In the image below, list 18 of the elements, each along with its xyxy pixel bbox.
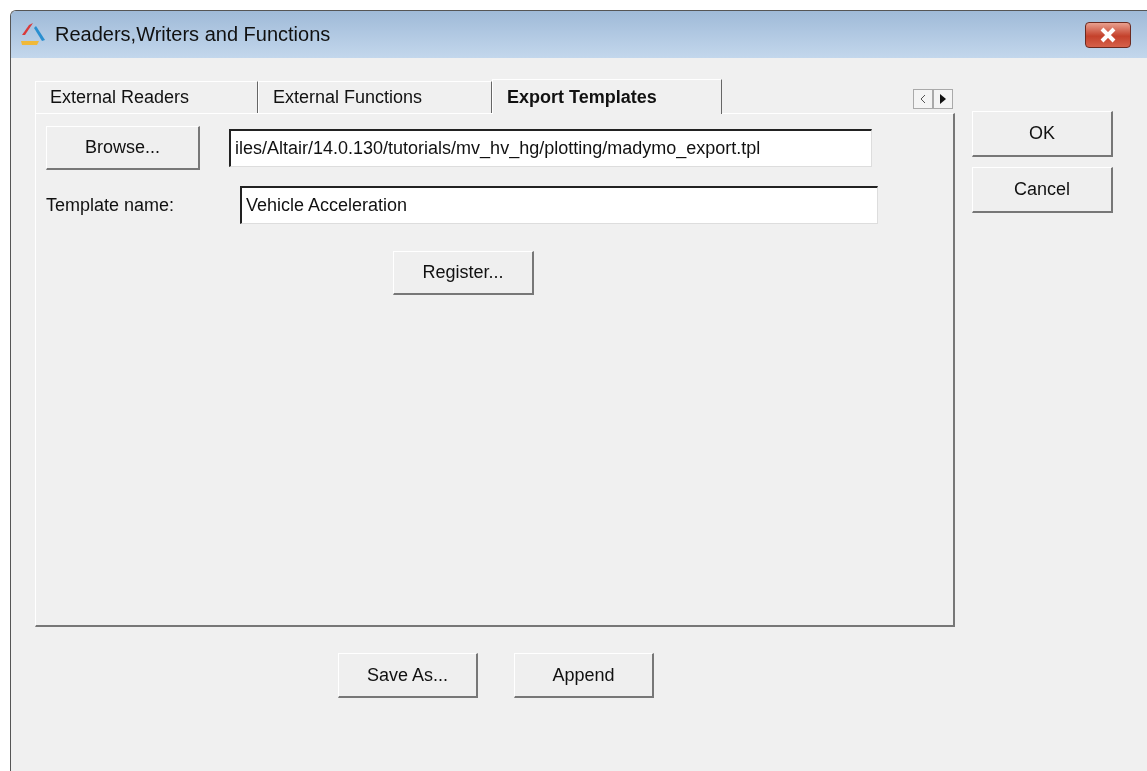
dialog-button[interactable]: Save As... [338, 653, 478, 698]
template-name-field[interactable]: Vehicle Acceleration [240, 186, 878, 224]
browse-button[interactable]: Browse... [46, 126, 200, 170]
register-button[interactable]: Register... [393, 251, 534, 295]
right-arrow-icon [939, 94, 947, 104]
scroll-right-button[interactable] [933, 89, 953, 109]
tab[interactable]: External Readers [35, 81, 258, 113]
dialog-button[interactable]: Cancel [972, 167, 1113, 213]
template-name-label: Template name: [46, 194, 176, 216]
app-logo-icon [19, 21, 47, 48]
dialog-button[interactable]: OK [972, 111, 1113, 157]
dialog-button[interactable]: Append [514, 653, 654, 698]
tab[interactable]: Export Templates [492, 79, 722, 114]
tab[interactable]: External Functions [258, 81, 492, 113]
window-title: Readers,Writers and Functions [55, 23, 332, 46]
file-path-field[interactable]: iles/Altair/14.0.130/tutorials/mv_hv_hg/plotting/madymo_export.tpl [229, 129, 872, 167]
close-button[interactable] [1085, 21, 1131, 48]
close-icon [1099, 26, 1117, 43]
